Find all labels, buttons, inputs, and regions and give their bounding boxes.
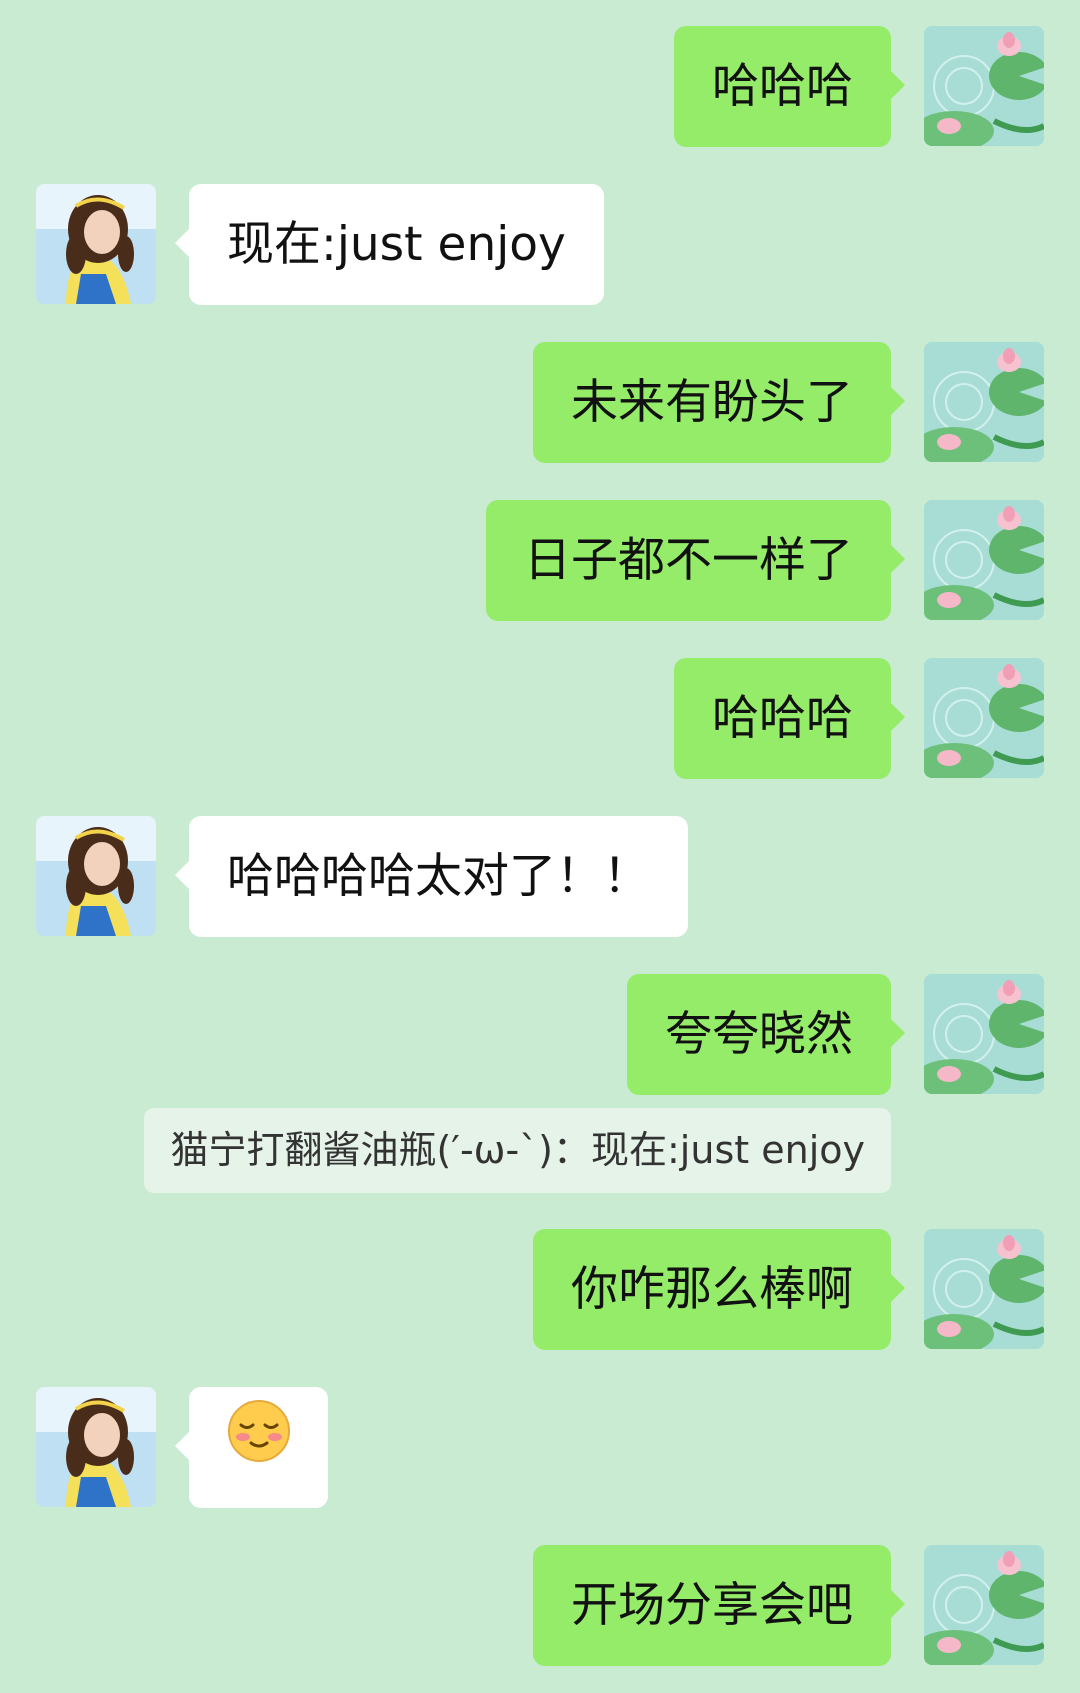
message-row — [0, 1387, 1080, 1508]
message-row: 日子都不一样了 — [0, 500, 1080, 621]
self-avatar-icon[interactable] — [924, 26, 1044, 146]
message-row: 你咋那么棒啊 — [0, 1229, 1080, 1350]
self-avatar-icon[interactable] — [924, 342, 1044, 462]
self-avatar-icon[interactable] — [924, 500, 1044, 620]
message-bubble-self[interactable]: 你咋那么棒啊 — [533, 1229, 905, 1350]
message-bubble-self[interactable]: 哈哈哈 — [674, 26, 905, 147]
contact-avatar-icon[interactable] — [36, 1387, 156, 1507]
message-row: 开场分享会吧 — [0, 1545, 1080, 1666]
message-bubble-self[interactable]: 哈哈哈 — [674, 658, 905, 779]
message-bubble-other[interactable]: 哈哈哈哈太对了！！ — [175, 816, 688, 937]
message-row: 现在:just enjoy — [0, 184, 1080, 305]
message-bubble-self[interactable]: 开场分享会吧 — [533, 1545, 905, 1666]
message-row: 未来有盼头了 — [0, 342, 1080, 463]
message-bubble-self[interactable]: 日子都不一样了 — [486, 500, 905, 621]
contact-avatar-icon[interactable] — [36, 816, 156, 936]
message-row: 哈哈哈 — [0, 658, 1080, 779]
blushing-smile-icon — [227, 1387, 291, 1508]
self-avatar-icon[interactable] — [924, 1229, 1044, 1349]
self-avatar-icon[interactable] — [924, 1545, 1044, 1665]
message-row: 哈哈哈哈太对了！！ — [0, 816, 1080, 937]
contact-avatar-icon[interactable] — [36, 184, 156, 304]
self-avatar-icon[interactable] — [924, 974, 1044, 1094]
self-avatar-icon[interactable] — [924, 658, 1044, 778]
quoted-message[interactable]: 猫宁打翻酱油瓶(′-ω-`)：现在:just enjoy — [144, 1108, 891, 1193]
message-row: 哈哈哈 — [0, 26, 1080, 147]
message-bubble-self[interactable]: 夸夸晓然 — [627, 974, 905, 1095]
message-row: 夸夸晓然 — [0, 974, 1080, 1095]
message-bubble-self[interactable]: 未来有盼头了 — [533, 342, 905, 463]
message-bubble-other[interactable] — [175, 1387, 328, 1508]
message-bubble-other[interactable]: 现在:just enjoy — [175, 184, 604, 305]
